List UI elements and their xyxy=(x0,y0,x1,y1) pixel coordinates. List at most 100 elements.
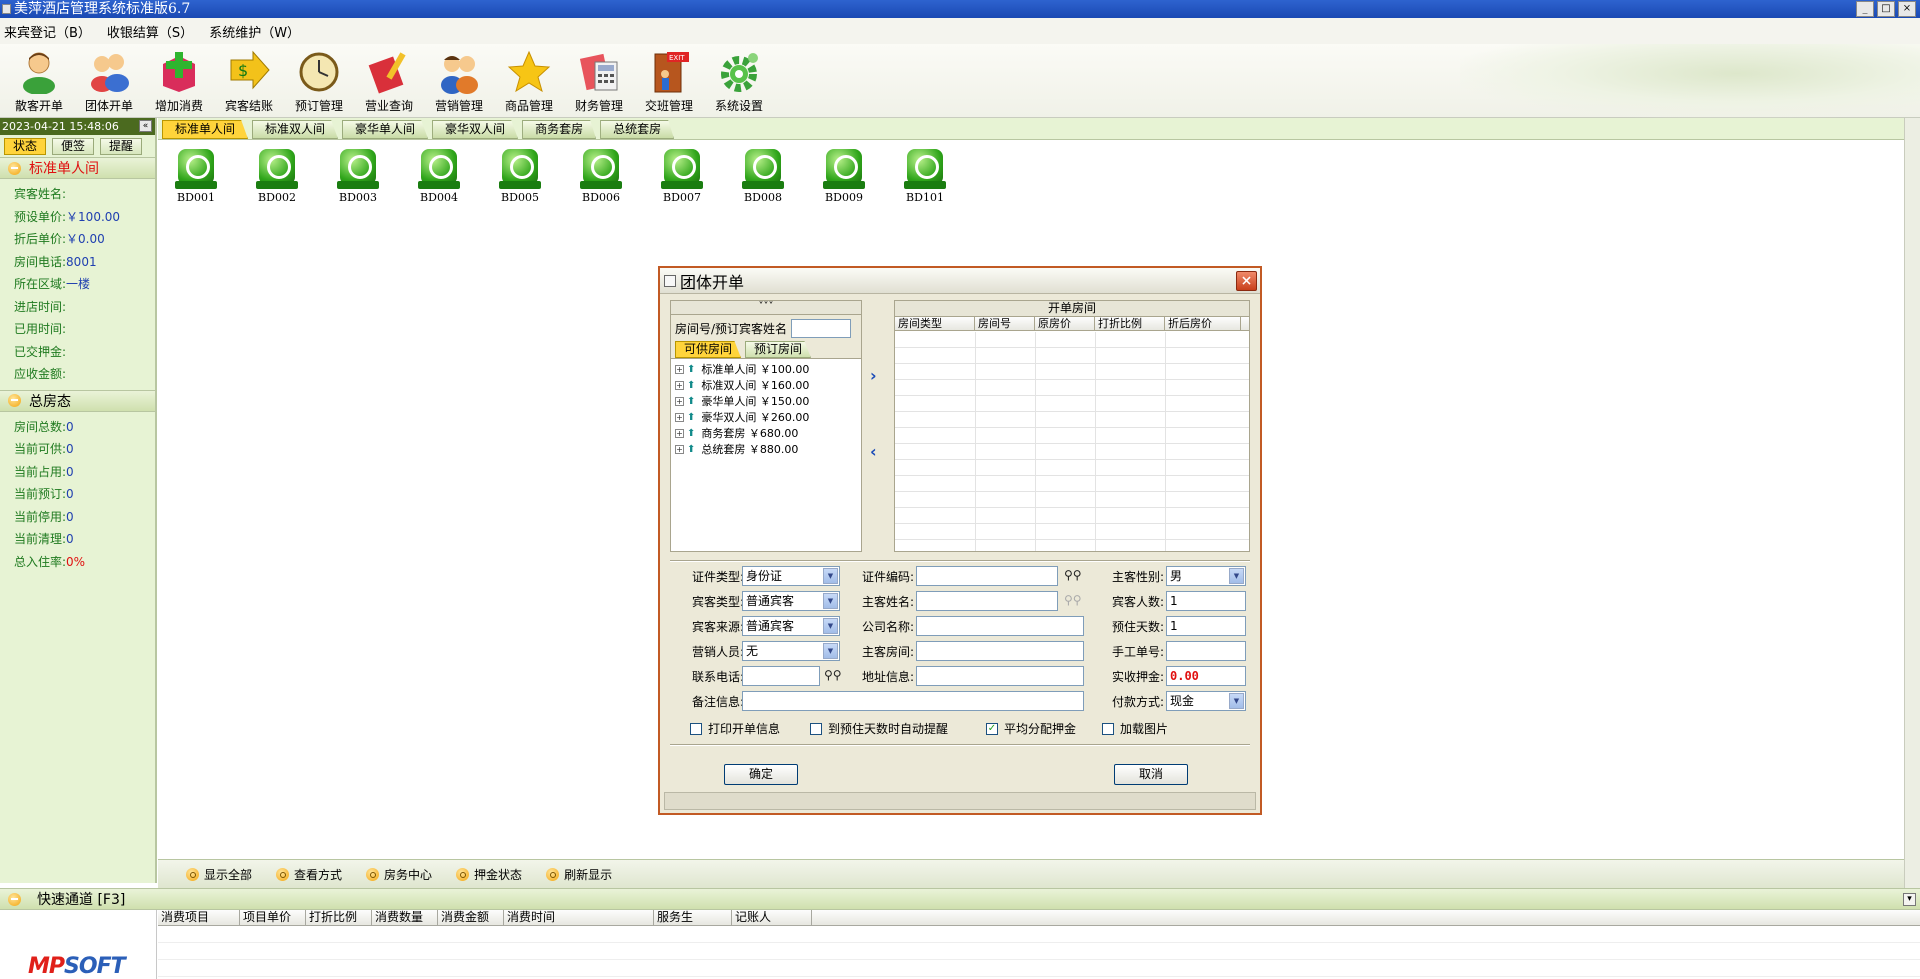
menu-cashier[interactable]: 收银结算（S） xyxy=(107,22,193,41)
dialog-close-button[interactable]: × xyxy=(1236,271,1257,291)
tab-business-suite[interactable]: 商务套房 xyxy=(522,120,597,139)
finance-button[interactable]: 财务管理 xyxy=(564,44,634,118)
room-tile[interactable]: BD002 xyxy=(245,149,309,204)
column-header[interactable]: 消费时间 xyxy=(504,910,654,925)
sales-person-select[interactable]: 无 ▼ xyxy=(742,641,840,661)
column-header[interactable]: 打折比例 xyxy=(306,910,372,925)
guest-type-select[interactable]: 普通宾客 ▼ xyxy=(742,591,840,611)
guest-count-input[interactable]: 1 xyxy=(1166,591,1246,611)
room-tile[interactable]: BD006 xyxy=(569,149,633,204)
selected-rooms-body[interactable] xyxy=(895,332,1249,551)
remark-input[interactable] xyxy=(742,691,1084,711)
shift-button[interactable]: EXIT 交班管理 xyxy=(634,44,704,118)
collapse-panel-button[interactable]: « xyxy=(139,120,152,132)
room-search-input[interactable] xyxy=(791,318,852,338)
tree-node[interactable]: + ⬆ 标准单人间 ￥100.00 xyxy=(675,361,861,377)
binoculars-icon[interactable]: ⚲⚲ xyxy=(1064,568,1082,582)
room-tile[interactable]: BD001 xyxy=(164,149,228,204)
dialog-menu-icon[interactable] xyxy=(664,274,676,287)
id-type-select[interactable]: 身份证 ▼ xyxy=(742,566,840,586)
expand-icon[interactable]: ▾ xyxy=(1903,893,1916,906)
housekeeping-button[interactable]: 房务中心 xyxy=(366,866,432,883)
room-tile[interactable]: BD009 xyxy=(812,149,876,204)
reservation-button[interactable]: 预订管理 xyxy=(284,44,354,118)
room-tile[interactable]: BD008 xyxy=(731,149,795,204)
column-header[interactable]: 原房价 xyxy=(1035,317,1095,330)
tree-node[interactable]: + ⬆ 标准双人间 ￥160.00 xyxy=(675,377,861,393)
pane-handle[interactable]: ˅˅˅ xyxy=(671,301,861,315)
tab-reserved-rooms[interactable]: 预订房间 xyxy=(745,341,812,358)
deposit-status-button[interactable]: 押金状态 xyxy=(456,866,522,883)
quick-channel-header[interactable]: 快速通道 [F3] ▾ xyxy=(0,888,1920,910)
column-header[interactable]: 记账人 xyxy=(732,910,812,925)
settings-button[interactable]: 系统设置 xyxy=(704,44,774,118)
tab-status[interactable]: 状态 xyxy=(4,138,47,155)
stay-days-input[interactable]: 1 xyxy=(1166,616,1246,636)
refresh-button[interactable]: 刷新显示 xyxy=(546,866,612,883)
binoculars-icon[interactable]: ⚲⚲ xyxy=(824,668,842,682)
column-header[interactable]: 房间号 xyxy=(975,317,1035,330)
tree-node[interactable]: + ⬆ 豪华单人间 ￥150.00 xyxy=(675,393,861,409)
group-checkin-button[interactable]: 团体开单 xyxy=(74,44,144,118)
guest-checkout-button[interactable]: $ 宾客结账 xyxy=(214,44,284,118)
column-header[interactable]: 消费金额 xyxy=(438,910,504,925)
main-guest-name-input[interactable] xyxy=(916,591,1058,611)
tab-notes[interactable]: 便签 xyxy=(52,138,95,155)
id-number-input[interactable] xyxy=(916,566,1058,586)
auto-remind-checkbox[interactable]: 到预住天数时自动提醒 xyxy=(810,720,948,737)
add-consume-button[interactable]: 增加消费 xyxy=(144,44,214,118)
tab-available-rooms[interactable]: 可供房间 xyxy=(675,341,742,358)
column-header[interactable]: 折后房价 xyxy=(1165,317,1241,330)
room-tile[interactable]: BD005 xyxy=(488,149,552,204)
room-tile[interactable]: BD004 xyxy=(407,149,471,204)
total-status-header[interactable]: 总房态 xyxy=(0,389,155,412)
system-menu-icon[interactable] xyxy=(2,4,11,14)
dialog-title-bar[interactable]: 团体开单 × xyxy=(660,268,1260,294)
company-name-input[interactable] xyxy=(916,616,1084,636)
menu-system[interactable]: 系统维护（W） xyxy=(209,22,300,41)
maximize-button[interactable]: □ xyxy=(1877,1,1895,17)
walk-in-checkin-button[interactable]: 散客开单 xyxy=(4,44,74,118)
column-header[interactable]: 打折比例 xyxy=(1095,317,1165,330)
manual-number-input[interactable] xyxy=(1166,641,1246,661)
tree-node[interactable]: + ⬆ 商务套房 ￥680.00 xyxy=(675,425,861,441)
column-header[interactable]: 消费项目 xyxy=(158,910,240,925)
tab-standard-single[interactable]: 标准单人间 xyxy=(162,120,249,139)
main-guest-room-input[interactable] xyxy=(916,641,1084,661)
room-tile[interactable]: BD003 xyxy=(326,149,390,204)
move-left-icon[interactable]: ‹ xyxy=(870,442,877,461)
tab-reminders[interactable]: 提醒 xyxy=(100,138,143,155)
payment-method-select[interactable]: 现金 ▼ xyxy=(1166,691,1246,711)
show-all-button[interactable]: 显示全部 xyxy=(186,866,252,883)
goods-button[interactable]: 商品管理 xyxy=(494,44,564,118)
print-checkin-checkbox[interactable]: 打印开单信息 xyxy=(690,720,780,737)
room-tile[interactable]: BD101 xyxy=(893,149,957,204)
tab-presidential-suite[interactable]: 总统套房 xyxy=(600,120,675,139)
phone-input[interactable] xyxy=(742,666,820,686)
marketing-button[interactable]: 营销管理 xyxy=(424,44,494,118)
vertical-scrollbar[interactable] xyxy=(1904,118,1920,888)
menu-guest-register[interactable]: 来宾登记（B） xyxy=(4,22,91,41)
cancel-button[interactable]: 取消 xyxy=(1114,764,1188,785)
close-window-button[interactable]: × xyxy=(1898,1,1916,17)
room-tile[interactable]: BD007 xyxy=(650,149,714,204)
business-query-button[interactable]: 营业查询 xyxy=(354,44,424,118)
address-input[interactable] xyxy=(916,666,1084,686)
column-header[interactable]: 消费数量 xyxy=(372,910,438,925)
confirm-button[interactable]: 确定 xyxy=(724,764,798,785)
guest-source-select[interactable]: 普通宾客 ▼ xyxy=(742,616,840,636)
view-mode-button[interactable]: 查看方式 xyxy=(276,866,342,883)
room-info-header[interactable]: 标准单人间 xyxy=(0,157,155,179)
column-header[interactable]: 服务生 xyxy=(654,910,732,925)
column-header[interactable]: 项目单价 xyxy=(240,910,306,925)
tab-deluxe-double[interactable]: 豪华双人间 xyxy=(432,120,519,139)
tab-deluxe-single[interactable]: 豪华单人间 xyxy=(342,120,429,139)
deposit-input[interactable]: 0.00 xyxy=(1166,666,1246,686)
split-deposit-checkbox[interactable]: ✓ 平均分配押金 xyxy=(986,720,1076,737)
gender-select[interactable]: 男 ▼ xyxy=(1166,566,1246,586)
load-image-checkbox[interactable]: 加载图片 xyxy=(1102,720,1168,737)
tree-node[interactable]: + ⬆ 豪华双人间 ￥260.00 xyxy=(675,409,861,425)
tab-standard-double[interactable]: 标准双人间 xyxy=(252,120,339,139)
column-header[interactable]: 房间类型 xyxy=(895,317,975,330)
tree-node[interactable]: + ⬆ 总统套房 ￥880.00 xyxy=(675,441,861,457)
